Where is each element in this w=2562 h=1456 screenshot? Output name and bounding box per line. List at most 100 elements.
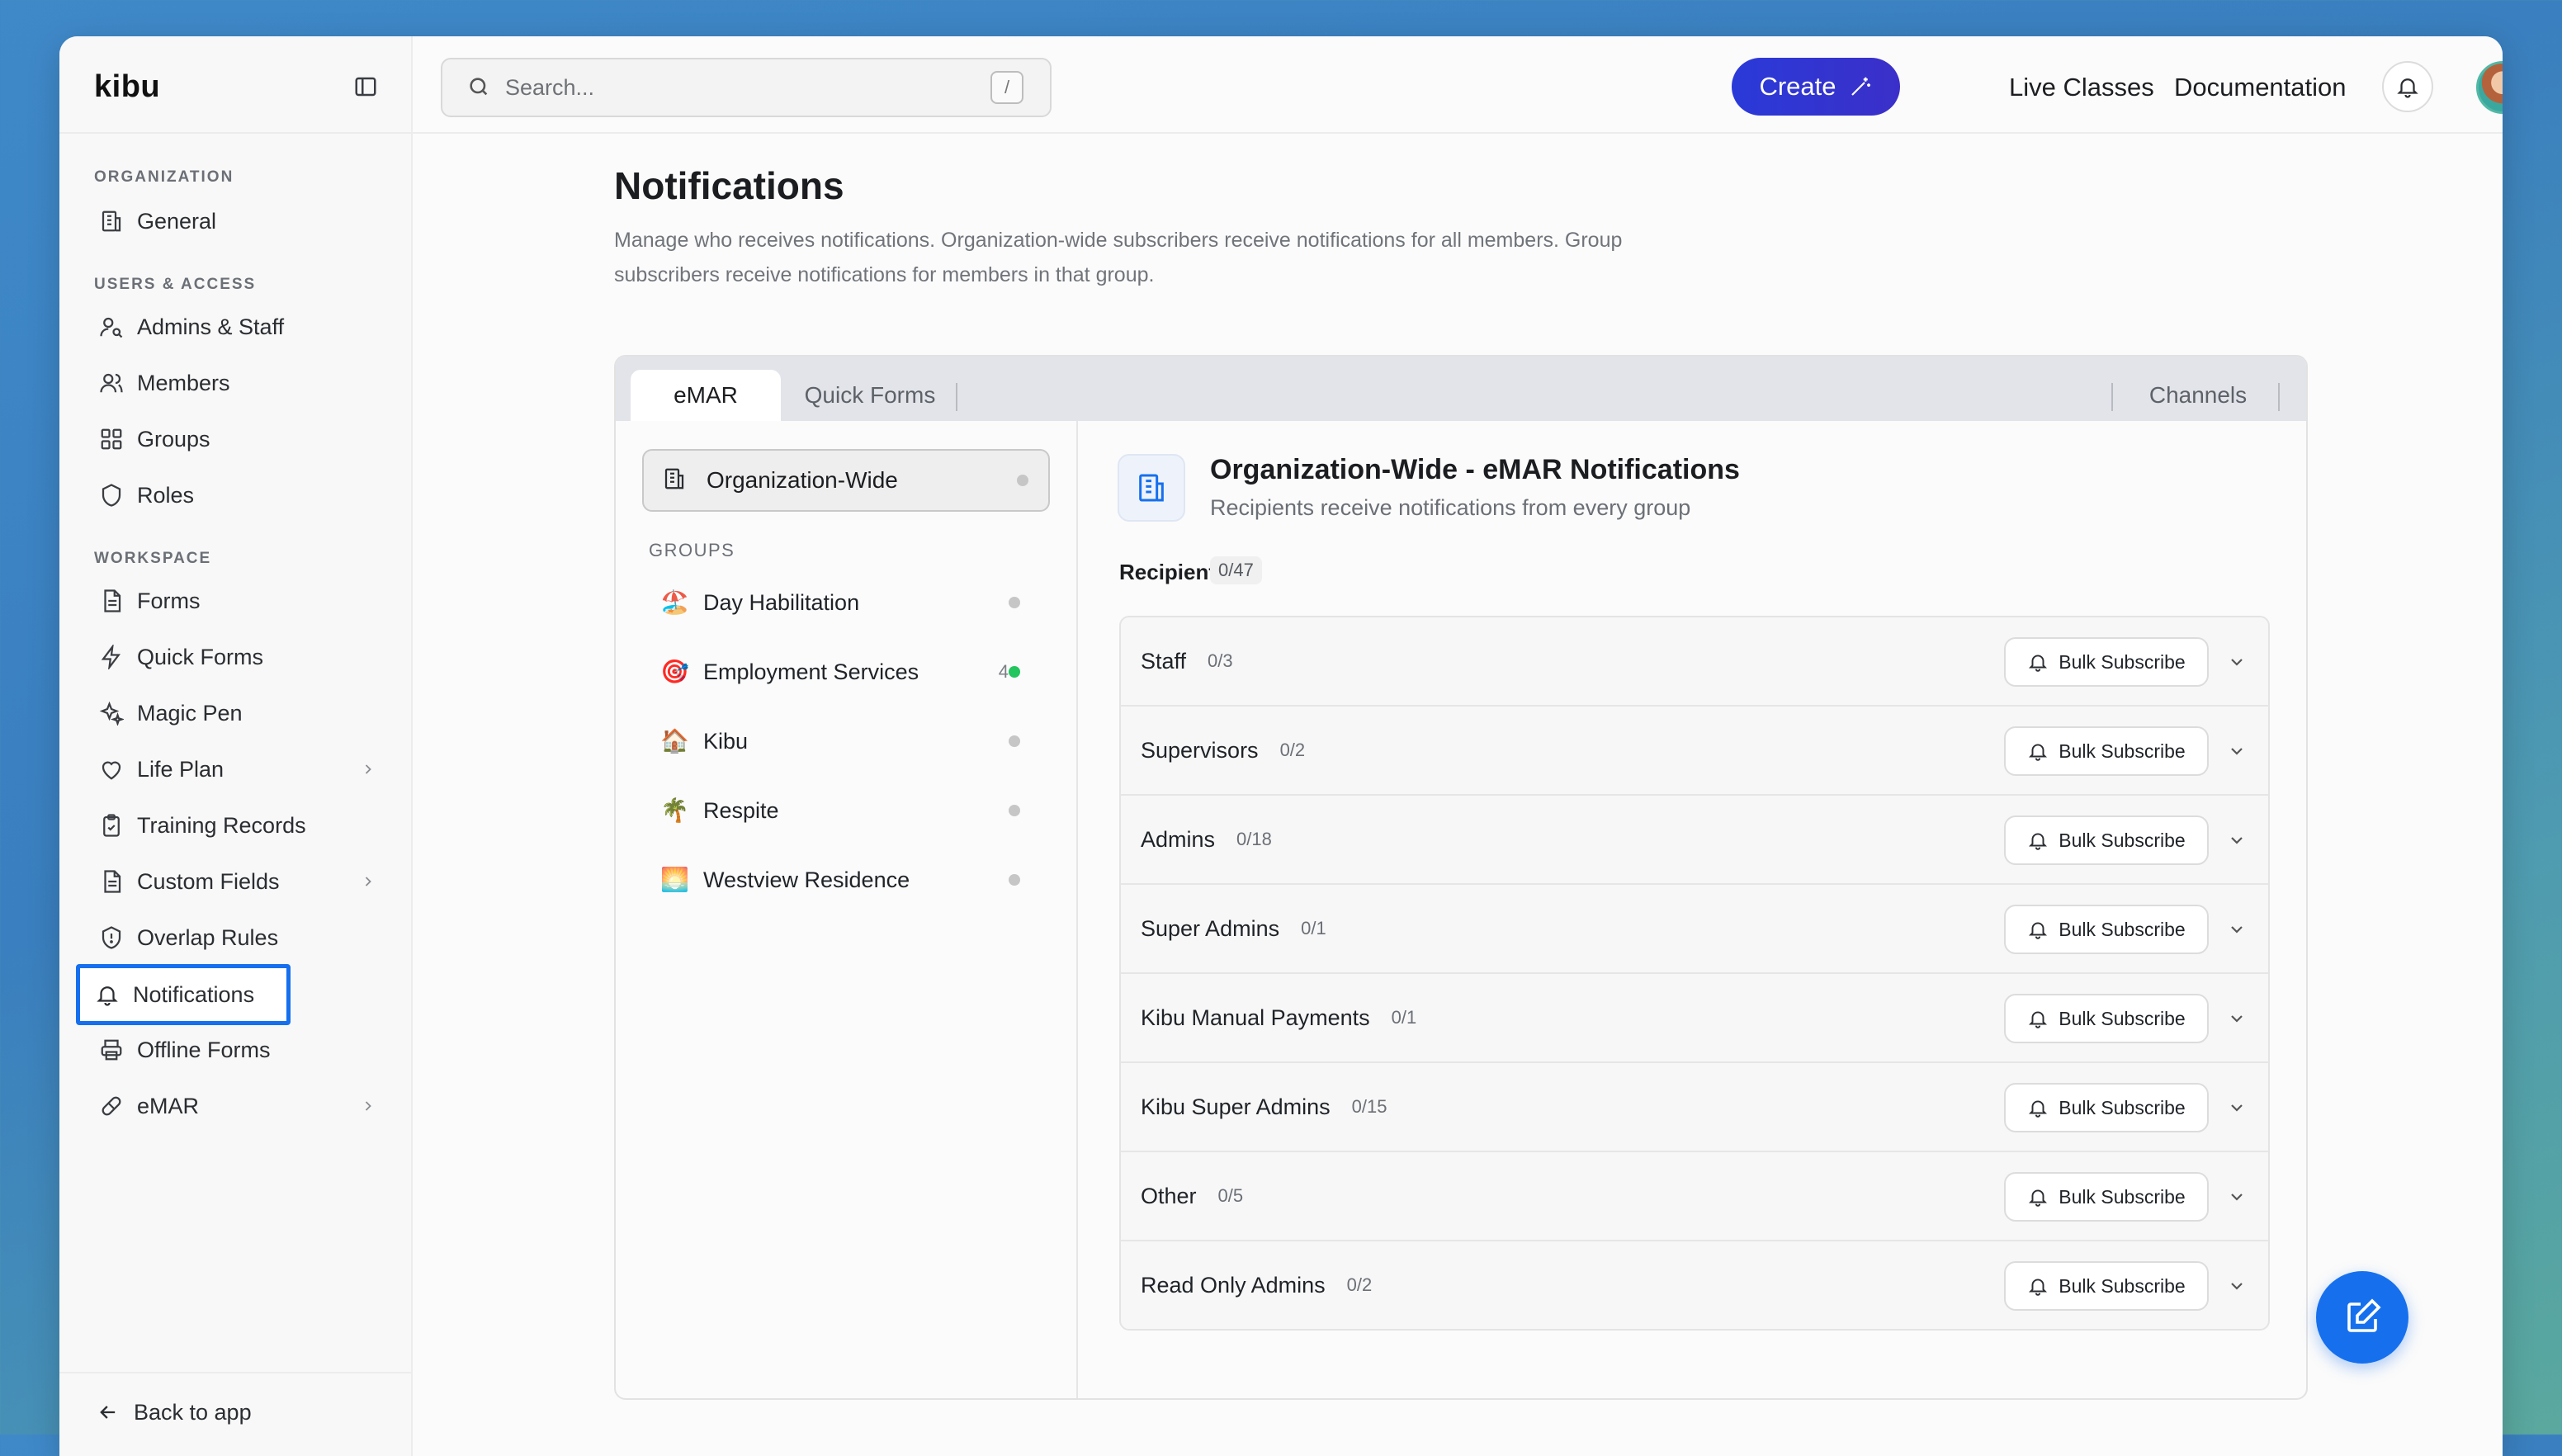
role-count: 0/18 <box>1236 829 1272 849</box>
bulk-subscribe-button[interactable]: Bulk Subscribe <box>2004 905 2209 954</box>
tab-quick-forms[interactable]: Quick Forms <box>789 370 951 421</box>
bell-icon <box>2027 1097 2049 1118</box>
main-content: Notifications Manage who receives notifi… <box>413 134 2503 1456</box>
search-shortcut-key: / <box>990 71 1023 104</box>
sidebar-item-label: Forms <box>137 588 201 613</box>
role-row-staff[interactable]: Staff 0/3 Bulk Subscribe <box>1121 617 2268 707</box>
bulk-subscribe-button[interactable]: Bulk Subscribe <box>2004 1172 2209 1222</box>
role-name: Admins <box>1141 826 1216 852</box>
scope-organization-wide[interactable]: Organization-Wide <box>642 449 1050 512</box>
role-row-kibu-manual-payments[interactable]: Kibu Manual Payments 0/1 Bulk Subscribe <box>1121 974 2268 1063</box>
edit-icon <box>2342 1298 2382 1337</box>
sidebar-item-label: Offline Forms <box>137 1037 271 1062</box>
role-count: 0/2 <box>1279 740 1306 760</box>
scope-list: Organization-Wide GROUPS 🏖️ Day Habilita… <box>616 421 1078 1398</box>
notifications-button[interactable] <box>2382 61 2433 112</box>
avatar[interactable] <box>2476 61 2503 114</box>
sidebar-item-label: Roles <box>137 482 195 508</box>
sidebar-toggle-icon[interactable] <box>353 74 378 99</box>
tab-separator <box>2278 383 2280 411</box>
bulk-subscribe-button[interactable]: Bulk Subscribe <box>2004 1261 2209 1311</box>
tab-channels[interactable]: Channels <box>2120 370 2276 421</box>
sidebar-item-training-records[interactable]: Training Records <box>89 802 391 849</box>
bulk-subscribe-button[interactable]: Bulk Subscribe <box>2004 1083 2209 1132</box>
bulk-subscribe-button[interactable]: Bulk Subscribe <box>2004 994 2209 1043</box>
sidebar-item-overlap-rules[interactable]: Overlap Rules <box>89 915 391 961</box>
sidebar-item-emar[interactable]: eMAR <box>89 1083 391 1129</box>
group-name: Kibu <box>703 728 749 754</box>
bulk-subscribe-button[interactable]: Bulk Subscribe <box>2004 637 2209 687</box>
sidebar-item-magic-pen[interactable]: Magic Pen <box>89 690 391 736</box>
chevron-down-icon[interactable] <box>2227 1098 2247 1118</box>
role-name: Other <box>1141 1183 1197 1208</box>
sidebar-item-notifications[interactable]: Notifications <box>76 964 291 1025</box>
group-name: Respite <box>703 797 779 823</box>
document-icon <box>97 867 125 896</box>
tab-emar[interactable]: eMAR <box>631 370 781 421</box>
bulk-subscribe-button[interactable]: Bulk Subscribe <box>2004 726 2209 776</box>
sidebar-item-life-plan[interactable]: Life Plan <box>89 746 391 792</box>
active-status-dot <box>1009 666 1020 678</box>
sidebar-item-offline-forms[interactable]: Offline Forms <box>89 1027 391 1073</box>
group-emoji: 🏖️ <box>660 589 689 615</box>
group-emoji: 🌴 <box>660 797 689 823</box>
chevron-down-icon[interactable] <box>2227 1187 2247 1207</box>
role-count: 0/1 <box>1301 918 1326 938</box>
shield-alert-icon <box>97 924 125 952</box>
sidebar-item-forms[interactable]: Forms <box>89 578 391 624</box>
sidebar-item-custom-fields[interactable]: Custom Fields <box>89 858 391 905</box>
bulk-subscribe-label: Bulk Subscribe <box>2059 1096 2186 1118</box>
search-input[interactable]: Search... / <box>441 58 1052 117</box>
chevron-down-icon[interactable] <box>2227 919 2247 939</box>
role-count: 0/5 <box>1217 1185 1244 1206</box>
sidebar-item-admins-staff[interactable]: Admins & Staff <box>89 304 391 350</box>
group-item-respite[interactable]: 🌴 Respite <box>649 786 1045 835</box>
group-item-kibu[interactable]: 🏠 Kibu <box>649 716 1045 766</box>
create-button[interactable]: Create <box>1732 58 1900 116</box>
sidebar-item-groups[interactable]: Groups <box>89 416 391 462</box>
group-item-day-habilitation[interactable]: 🏖️ Day Habilitation <box>649 578 1045 627</box>
sidebar-item-quick-forms[interactable]: Quick Forms <box>89 634 391 680</box>
role-list: Staff 0/3 Bulk Subscribe Supervisors 0/2 <box>1119 616 2270 1331</box>
scope-label: Organization-Wide <box>707 467 898 493</box>
section-label-users-access: USERS & ACCESS <box>94 276 257 293</box>
role-row-admins[interactable]: Admins 0/18 Bulk Subscribe <box>1121 796 2268 885</box>
sidebar-item-label: eMAR <box>137 1093 200 1118</box>
role-name: Kibu Super Admins <box>1141 1094 1331 1119</box>
bell-icon <box>2027 1186 2049 1208</box>
role-row-kibu-super-admins[interactable]: Kibu Super Admins 0/15 Bulk Subscribe <box>1121 1063 2268 1152</box>
compose-fab-button[interactable] <box>2316 1271 2408 1364</box>
chevron-down-icon[interactable] <box>2227 1009 2247 1028</box>
shield-icon <box>97 481 125 509</box>
role-row-read-only-admins[interactable]: Read Only Admins 0/2 Bulk Subscribe <box>1121 1241 2268 1329</box>
sidebar: kibu ORGANIZATION General USERS & ACCESS… <box>59 36 413 1456</box>
status-dot <box>1009 735 1020 747</box>
chevron-right-icon <box>360 761 376 778</box>
group-item-employment-services[interactable]: 🎯 Employment Services 4 <box>649 647 1045 697</box>
role-name: Supervisors <box>1141 737 1259 763</box>
chevron-right-icon <box>360 1098 376 1114</box>
app-window: kibu ORGANIZATION General USERS & ACCESS… <box>59 36 2503 1456</box>
sidebar-item-roles[interactable]: Roles <box>89 472 391 518</box>
bulk-subscribe-label: Bulk Subscribe <box>2059 650 2186 673</box>
tab-separator <box>2111 383 2113 411</box>
bulk-subscribe-label: Bulk Subscribe <box>2059 1007 2186 1029</box>
sidebar-item-members[interactable]: Members <box>89 360 391 406</box>
status-dot <box>1009 805 1020 816</box>
bulk-subscribe-button[interactable]: Bulk Subscribe <box>2004 815 2209 865</box>
role-name: Super Admins <box>1141 915 1280 941</box>
chevron-down-icon[interactable] <box>2227 652 2247 672</box>
group-item-westview-residence[interactable]: 🌅 Westview Residence <box>649 855 1045 905</box>
recipients-panel: Organization-Wide - eMAR Notifications R… <box>1078 421 2306 1398</box>
back-to-app-link[interactable]: Back to app <box>94 1398 252 1426</box>
chevron-down-icon[interactable] <box>2227 1276 2247 1296</box>
role-row-supervisors[interactable]: Supervisors 0/2 Bulk Subscribe <box>1121 707 2268 796</box>
chevron-down-icon[interactable] <box>2227 830 2247 850</box>
chevron-down-icon[interactable] <box>2227 741 2247 761</box>
sidebar-item-label: Life Plan <box>137 756 225 782</box>
live-classes-link[interactable]: Live Classes <box>2009 73 2154 102</box>
documentation-link[interactable]: Documentation <box>2174 73 2347 102</box>
sidebar-item-general[interactable]: General <box>89 198 391 244</box>
role-row-super-admins[interactable]: Super Admins 0/1 Bulk Subscribe <box>1121 885 2268 974</box>
role-row-other[interactable]: Other 0/5 Bulk Subscribe <box>1121 1152 2268 1241</box>
